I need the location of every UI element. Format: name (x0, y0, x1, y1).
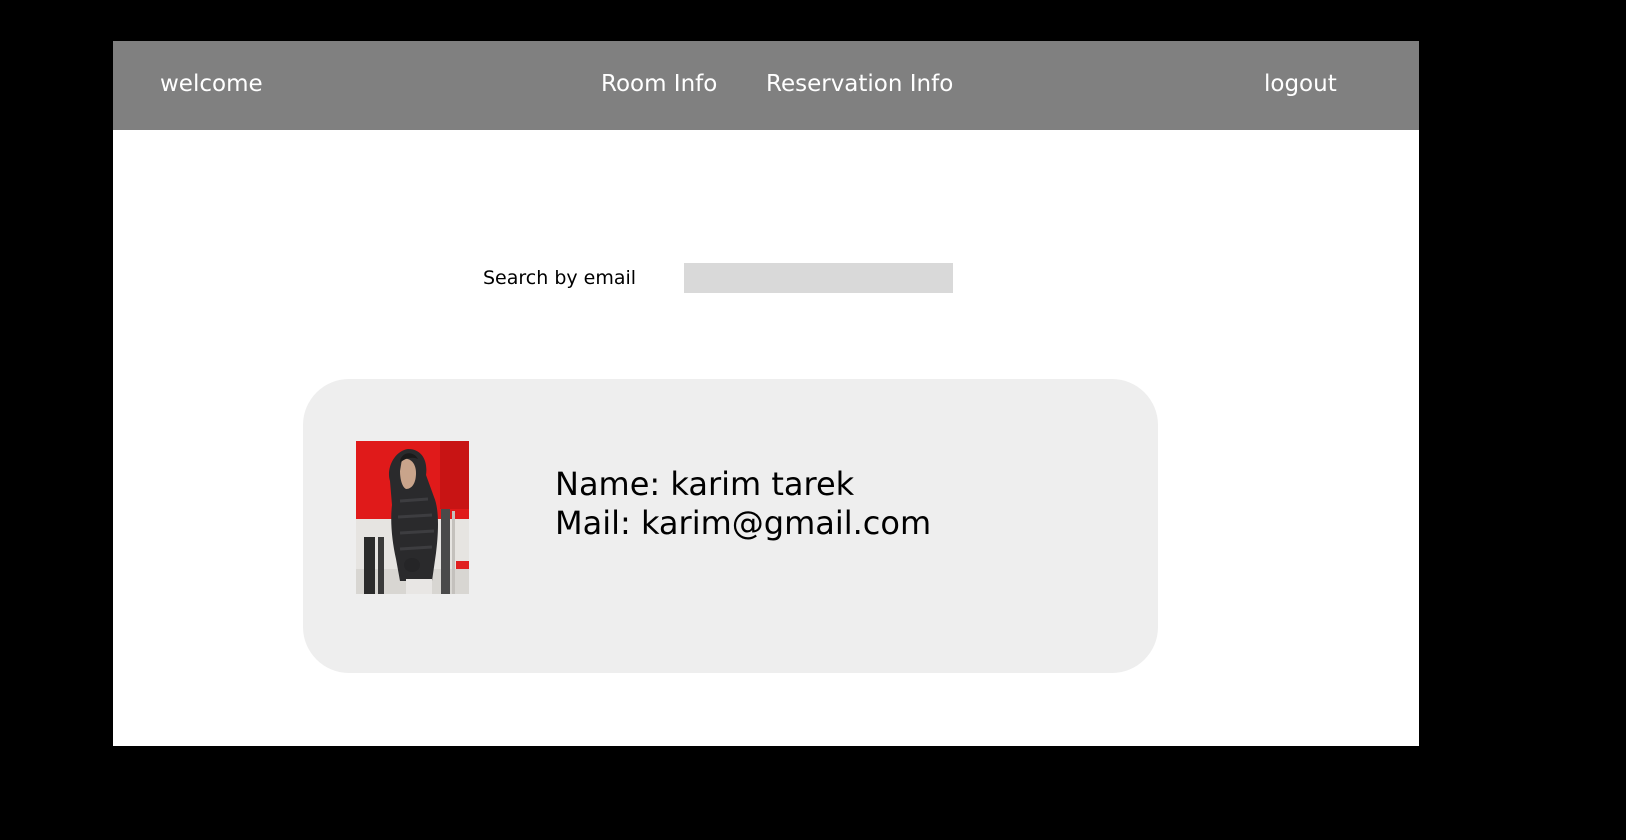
user-card: Name: karim tarek Mail: karim@gmail.com (303, 379, 1158, 673)
user-mail-text: Mail: karim@gmail.com (555, 504, 932, 542)
search-email-input[interactable] (684, 263, 953, 293)
logout-link[interactable]: logout (1264, 70, 1337, 98)
user-details: Name: karim tarek Mail: karim@gmail.com (555, 465, 931, 543)
user-name-text: Name: karim tarek (555, 465, 855, 503)
user-avatar-photo (356, 441, 469, 594)
nav-room-info-link[interactable]: Room Info (601, 70, 717, 98)
nav-reservation-info-link[interactable]: Reservation Info (766, 70, 953, 98)
app-frame: welcome Room Info Reservation Info logou… (113, 41, 1419, 746)
search-label: Search by email (483, 267, 637, 289)
nav-welcome-link[interactable]: welcome (160, 70, 263, 98)
top-navbar: welcome Room Info Reservation Info logou… (113, 41, 1419, 130)
